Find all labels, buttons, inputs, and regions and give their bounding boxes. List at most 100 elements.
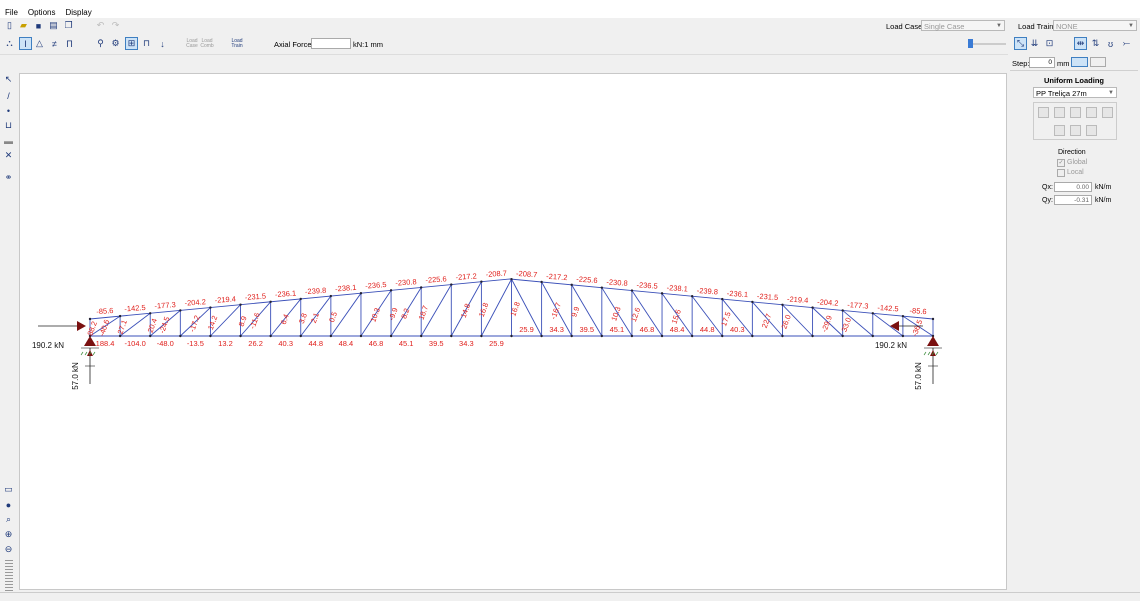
load-train-label: Load Train:: [1018, 22, 1056, 31]
save-icon[interactable]: ■: [33, 20, 44, 31]
load-left-icon[interactable]: [1054, 125, 1065, 136]
undo-icon[interactable]: ↶: [95, 20, 106, 31]
zoom-in-icon[interactable]: ⊕: [3, 529, 14, 540]
qy-input[interactable]: -0.31: [1054, 195, 1092, 205]
menu-options[interactable]: Options: [23, 8, 61, 17]
paste-load-icon[interactable]: [1102, 107, 1113, 118]
truss-node: [630, 289, 634, 292]
truss-node: [419, 334, 423, 338]
menu-file[interactable]: File: [0, 8, 23, 17]
snap-toggle-icon[interactable]: [1071, 57, 1088, 67]
scale-slider-thumb[interactable]: [968, 39, 973, 48]
panel-title: Uniform Loading: [1044, 76, 1104, 85]
top-force-label: -236.1: [275, 289, 297, 299]
frame-icon[interactable]: Π: [64, 38, 75, 49]
load-case-button[interactable]: Load Case: [185, 39, 199, 49]
node-tool-icon[interactable]: •: [3, 105, 14, 116]
delete-tool-icon[interactable]: ✕: [3, 150, 14, 161]
axial-force-input[interactable]: [311, 38, 351, 49]
show-forces-icon[interactable]: ⤡: [1014, 37, 1027, 50]
load-up-icon[interactable]: [1070, 125, 1081, 136]
web-force-label: 27.1: [116, 319, 129, 336]
section-tool-icon[interactable]: ▬: [3, 135, 14, 146]
ground-hatch: [84, 351, 88, 356]
load-case-value: Single Case: [924, 22, 965, 31]
load-train-button[interactable]: Load Train: [229, 39, 245, 49]
standard-toolbar: ▯ ▰ ■ ▤ ❐ ↶ ↷ Load Case: Single Case ▼ L…: [0, 18, 1140, 35]
zoom-out-icon[interactable]: ⊖: [3, 544, 14, 555]
copy-icon[interactable]: ❐: [63, 20, 74, 31]
grid-toggle-icon[interactable]: [1090, 57, 1106, 67]
top-force-label: -217.2: [455, 271, 477, 281]
truss-icon[interactable]: ⛬: [4, 38, 15, 49]
open-folder-icon[interactable]: ▰: [18, 20, 29, 31]
axial-diagram-icon[interactable]: ⇹: [1074, 37, 1087, 50]
truss-node: [179, 309, 182, 312]
bottom-force-label: 46.8: [640, 325, 655, 334]
truss-node: [690, 334, 694, 338]
scroll-grip[interactable]: [5, 560, 13, 594]
redo-icon[interactable]: ↷: [110, 20, 121, 31]
shear-diagram-icon[interactable]: ⇅: [1090, 38, 1101, 49]
support-triangle: [927, 336, 939, 346]
qx-input[interactable]: 0.00: [1054, 182, 1092, 192]
distributed-load-icon[interactable]: ⊞: [125, 37, 138, 50]
web-force-label: 14.8: [459, 302, 472, 319]
load-train-select[interactable]: NONE ▼: [1053, 20, 1137, 31]
support-icon[interactable]: ⚲: [95, 38, 106, 49]
bottom-force-label: 26.2: [248, 339, 263, 348]
dimension-tool-icon[interactable]: ⊔: [3, 120, 14, 131]
new-load-icon[interactable]: [1038, 107, 1049, 118]
local-checkbox[interactable]: [1057, 169, 1065, 177]
hinge-icon[interactable]: ⚙: [110, 38, 121, 49]
left-vertical-reaction-label: 57.0 kN: [71, 362, 80, 390]
top-force-label: -142.5: [124, 303, 146, 313]
screen-icon[interactable]: ▭: [3, 484, 14, 495]
top-force-label: -238.1: [666, 283, 688, 293]
truss-node: [209, 306, 212, 309]
delete-load-icon[interactable]: [1086, 107, 1097, 118]
connect-tool-icon[interactable]: ⚭: [3, 172, 14, 183]
brace-icon[interactable]: ≠: [49, 38, 60, 49]
web-force-label: 18.7: [417, 304, 430, 321]
load-right-icon[interactable]: [1086, 125, 1097, 136]
globe-icon[interactable]: ●: [3, 499, 14, 510]
bottom-force-label: 45.1: [610, 325, 625, 334]
web-force-label: -24.5: [157, 315, 171, 334]
step-input[interactable]: 0: [1029, 57, 1055, 68]
show-loads-icon[interactable]: ⇊: [1029, 38, 1040, 49]
model-toolbar: ⛬ I △ ≠ Π ⚲ ⚙ ⊞ ⊓ ↓ Load Case Load Comb …: [0, 34, 1140, 55]
point-load-icon[interactable]: ↓: [157, 38, 168, 49]
load-set-select[interactable]: PP Treliça 27m ▼: [1033, 87, 1117, 98]
truss-node: [931, 317, 935, 321]
load-case-select[interactable]: Single Case ▼: [921, 20, 1005, 31]
global-checkbox[interactable]: ✓: [1057, 159, 1065, 167]
ground-hatch: [923, 351, 927, 356]
bottom-force-label: 39.5: [429, 339, 444, 348]
triangle-icon[interactable]: △: [34, 38, 45, 49]
show-reactions-icon[interactable]: ⊡: [1044, 38, 1055, 49]
bottom-force-label: 40.3: [278, 339, 293, 348]
moment-diagram-icon[interactable]: ʊ: [1105, 38, 1116, 49]
line-tool-icon[interactable]: /: [3, 90, 14, 101]
moment-load-icon[interactable]: ⊓: [141, 38, 152, 49]
truss-node: [480, 334, 483, 338]
print-icon[interactable]: ▤: [48, 20, 59, 31]
truss-node: [359, 334, 363, 338]
load-comb-button[interactable]: Load Comb: [200, 39, 214, 49]
member-select-icon[interactable]: I: [19, 37, 32, 50]
new-file-icon[interactable]: ▯: [4, 20, 15, 31]
bottom-force-label: 34.3: [549, 325, 564, 334]
drawing-canvas[interactable]: -85.6 -142.5 -177.3 -204.2 -219.4 -231.5 -236.…: [19, 73, 1007, 590]
bottom-force-label: 25.9: [519, 325, 534, 334]
truss-node: [359, 291, 363, 295]
web-force-label: -16.7: [549, 301, 563, 320]
menu-display[interactable]: Display: [60, 8, 96, 17]
pointer-icon[interactable]: ↖: [3, 74, 14, 85]
deflection-icon[interactable]: ⤚: [1121, 38, 1132, 49]
truss-node: [299, 334, 302, 338]
truss-node: [149, 334, 152, 338]
zoom-icon[interactable]: ⌕: [3, 514, 14, 525]
save-load-icon[interactable]: [1054, 107, 1065, 118]
copy-load-icon[interactable]: [1070, 107, 1081, 118]
